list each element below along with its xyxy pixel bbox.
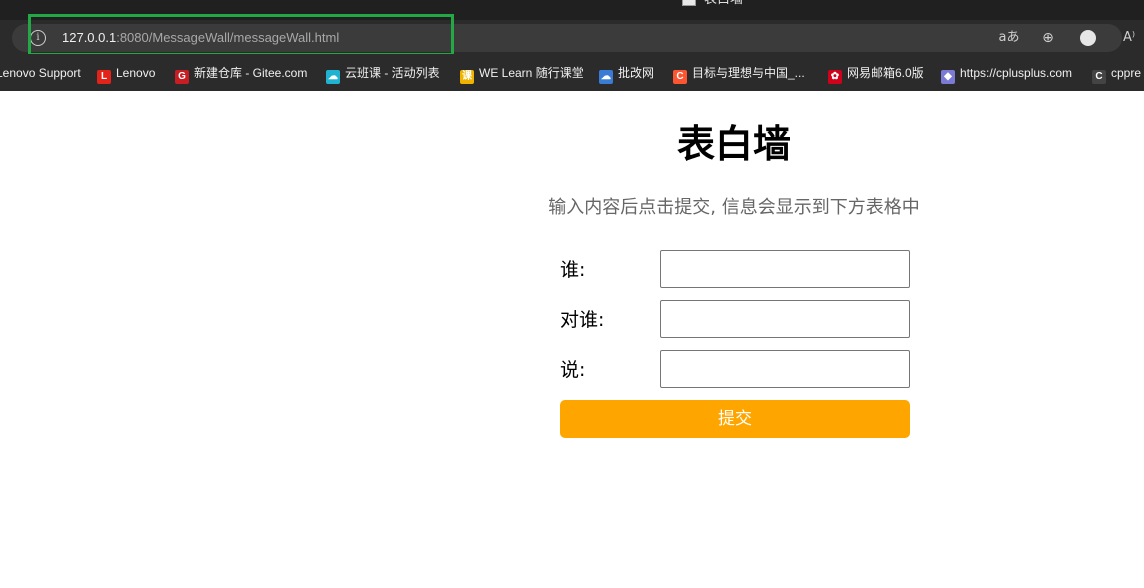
bookmark-label: 云班课 - 活动列表 [345,66,440,80]
from-label: 谁: [560,259,586,281]
read-mode-icon[interactable]: aあ [998,28,1020,48]
welearn-icon: 课 [460,70,474,84]
zoom-icon[interactable]: ⊕ [1038,28,1058,48]
to-input[interactable] [660,300,910,338]
bookmark-label: Lenovo [116,66,156,80]
bookmark-label: cppre [1111,66,1142,80]
bookmark-csdn[interactable]: C 目标与理想与中国_... [673,64,805,84]
cppreference-icon: C [1092,70,1106,84]
bookmark-lenovo-support[interactable]: Lenovo Support [0,64,81,82]
to-label: 对谁: [560,309,605,331]
bookmark-label: Lenovo Support [0,66,81,80]
bookmark-label: 批改网 [618,66,655,80]
submit-button[interactable]: 提交 [560,400,910,438]
from-input[interactable] [660,250,910,288]
bookmark-gitee[interactable]: G 新建仓库 - Gitee.com [175,64,308,84]
csdn-icon: C [673,70,687,84]
lenovo-icon: L [97,70,111,84]
browser-toolbar: i 127.0.0.1:8080/MessageWall/messageWall… [0,14,1144,56]
bookmark-cplusplus[interactable]: ◆ https://cplusplus.com [941,64,1073,84]
tab-title[interactable]: 表白墙 [704,0,743,8]
bookmark-label: 新建仓库 - Gitee.com [194,66,308,80]
read-aloud-icon[interactable]: A⁾ [1118,28,1140,48]
bookmark-163mail[interactable]: ✿ 网易邮箱6.0版 [828,64,924,84]
edge-copilot-icon[interactable] [1078,28,1098,48]
bookmark-cppreference[interactable]: Ccppre [1092,64,1142,84]
url-highlight-box [28,14,454,56]
bookmark-label: WE Learn 随行课堂 [479,66,584,80]
bookmark-pigai[interactable]: ☁ 批改网 [599,64,655,84]
bookmark-welearn[interactable]: 课 WE Learn 随行课堂 [460,64,584,84]
bookmark-label: 目标与理想与中国_... [692,66,805,80]
pigai-icon: ☁ [599,70,613,84]
gitee-icon: G [175,70,189,84]
mail-icon: ✿ [828,70,842,84]
bookmarks-bar: Lenovo Support L Lenovo G 新建仓库 - Gitee.com… [0,54,1144,91]
page-title: 表白墙 [676,122,791,166]
message-input[interactable] [660,350,910,388]
bookmark-label: https://cplusplus.com [960,66,1073,80]
bookmark-yunbanke[interactable]: ☁ 云班课 - 活动列表 [326,64,440,84]
page-subtitle: 输入内容后点击提交, 信息会显示到下方表格中 [548,197,920,218]
tab-favicon-icon [682,0,696,6]
bookmark-lenovo[interactable]: L Lenovo [97,64,156,84]
message-label: 说: [560,359,586,381]
cplusplus-icon: ◆ [941,70,955,84]
cloud-icon: ☁ [326,70,340,84]
bookmark-label: 网易邮箱6.0版 [847,66,924,80]
